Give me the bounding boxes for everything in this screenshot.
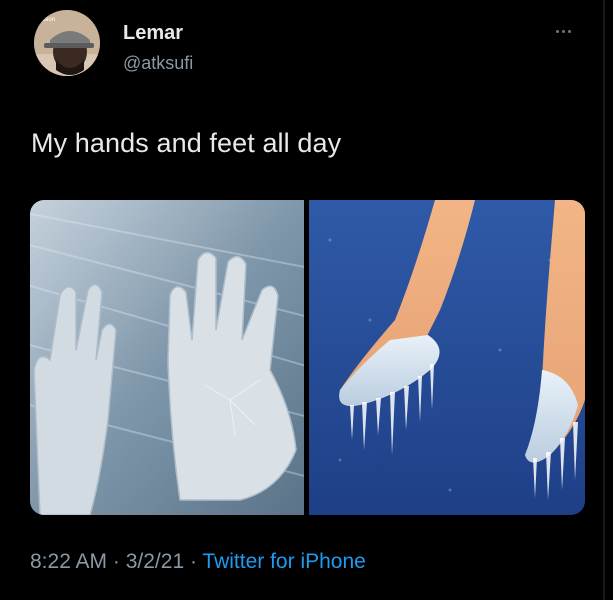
tweet-date[interactable]: 3/2/21 xyxy=(126,550,184,573)
more-options-icon[interactable] xyxy=(556,24,578,38)
avatar[interactable]: Fusion xyxy=(34,10,100,76)
meta-separator: · xyxy=(107,550,126,573)
tweet-source-link[interactable]: Twitter for iPhone xyxy=(202,550,365,573)
tweet-time[interactable]: 8:22 AM xyxy=(30,550,107,573)
more-dot xyxy=(556,29,559,33)
more-dot xyxy=(568,29,571,33)
user-handle[interactable]: @atksufi xyxy=(123,53,193,74)
tweet-text: My hands and feet all day xyxy=(31,128,342,158)
avatar-image: Fusion xyxy=(34,10,100,76)
tweet-meta: 8:22 AM · 3/2/21 · Twitter for iPhone xyxy=(30,550,366,574)
media-grid xyxy=(30,200,585,515)
tweet: Fusion Lemar @atksufi My hands and feet … xyxy=(0,0,613,600)
frame-edge xyxy=(603,0,605,600)
svg-text:Fusion: Fusion xyxy=(37,17,55,23)
meta-separator: · xyxy=(184,550,203,573)
frozen-hands-image[interactable] xyxy=(30,200,320,515)
more-dot xyxy=(562,29,565,33)
frozen-feet-image[interactable] xyxy=(309,200,585,515)
display-name[interactable]: Lemar xyxy=(123,22,183,45)
tweet-media[interactable] xyxy=(30,200,585,515)
